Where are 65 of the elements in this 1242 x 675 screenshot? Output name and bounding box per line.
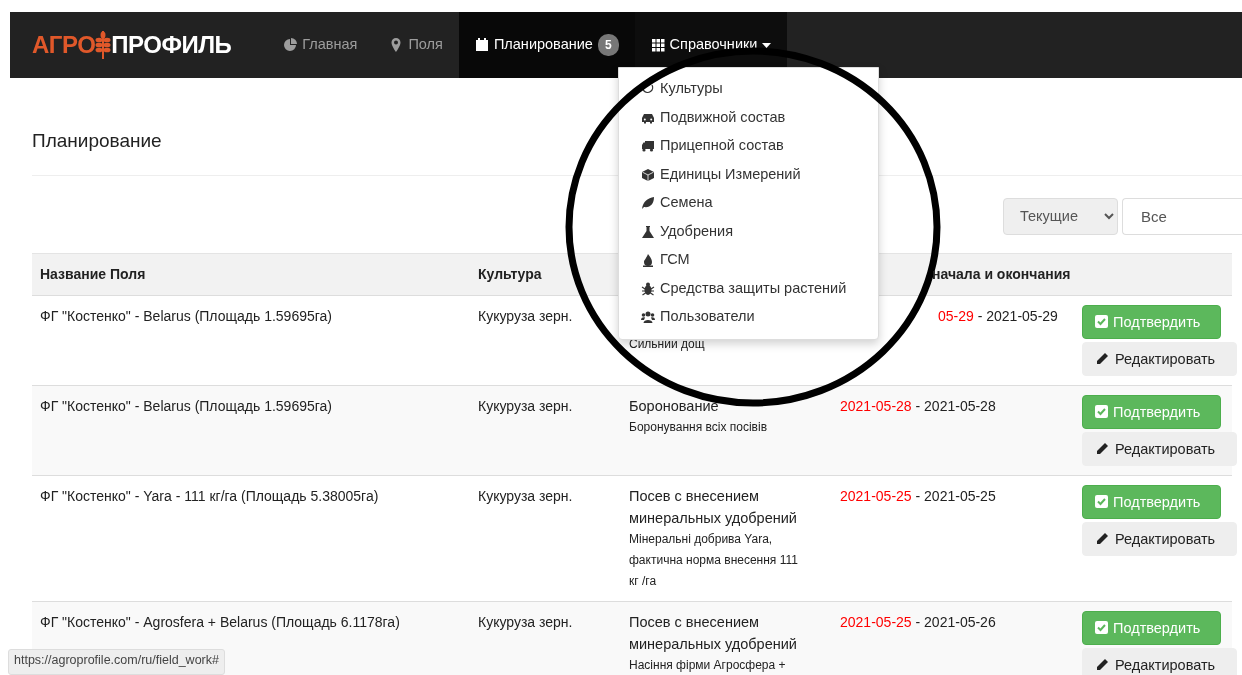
fire-icon: [641, 253, 655, 268]
date-separator: -: [915, 613, 921, 630]
edit-button[interactable]: Редактировать: [1082, 431, 1237, 466]
filter-field[interactable]: Все: [1122, 197, 1242, 235]
calendar-icon: [474, 38, 489, 52]
end-date: 2021-05-29: [986, 307, 1058, 324]
checkbox-icon: [1095, 405, 1108, 419]
nav-tab[interactable]: Планирование 5: [458, 12, 635, 78]
menu-item[interactable]: Прицепной состав: [619, 132, 878, 161]
menu-item[interactable]: Семена: [619, 189, 878, 218]
pencil-icon: [1095, 657, 1109, 672]
end-date: 2021-05-28: [924, 397, 996, 414]
operation-note: Боронування всіх посівів: [629, 418, 769, 436]
operation-note: Насіння фірми Агросфера +: [629, 656, 787, 674]
end-date: 2021-05-26: [924, 613, 996, 630]
column-header: Название Поля: [32, 253, 470, 296]
end-date: 2021-05-25: [924, 487, 996, 504]
checkbox-icon: [1095, 495, 1108, 509]
logo-text: АГРО: [32, 30, 96, 60]
date-separator: -: [915, 487, 921, 504]
start-date: 05-29: [938, 307, 974, 324]
pencil-icon: [1095, 351, 1109, 366]
grid-icon: [650, 38, 665, 52]
edit-button[interactable]: Редактировать: [1082, 521, 1237, 556]
date-separator: -: [915, 397, 921, 414]
pie-chart-icon: [283, 38, 298, 52]
caret-icon: [762, 42, 772, 48]
logo-text: ПРОФИЛЬ: [111, 30, 232, 60]
checkbox-icon: [1095, 315, 1108, 329]
start-date: 2021-05-25: [840, 613, 912, 630]
nav-tab[interactable]: Главная: [267, 12, 374, 78]
start-date: 2021-05-25: [840, 487, 912, 504]
leaf-icon: [641, 196, 655, 211]
wheat-icon: [95, 31, 112, 59]
cube-icon: [641, 167, 655, 182]
menu-item[interactable]: Средства защиты растений: [619, 274, 878, 303]
pencil-icon: [1095, 441, 1109, 456]
table-cell: ФГ "Костенко" - Belarus (Площадь 1.59695га): [32, 385, 470, 476]
operation-name: Боронование: [629, 396, 720, 416]
edit-button[interactable]: Редактировать: [1082, 647, 1237, 675]
filter-select[interactable]: Текущие: [1003, 197, 1118, 235]
operation-name: Посев с внесением минеральных удобрений: [629, 486, 798, 528]
bug-icon: [641, 281, 655, 296]
menu-item[interactable]: Подвижной состав: [619, 103, 878, 132]
pencil-icon: [1095, 531, 1109, 546]
menu-item[interactable]: Удобрения: [619, 217, 878, 246]
operation-note: Мінеральні добрива Yara, фактична норма внесення 111 кг /га: [629, 530, 799, 590]
column-header: начала и окончания: [932, 265, 1071, 282]
menu-item[interactable]: Пользователи: [619, 303, 878, 332]
menu-item[interactable]: ГСМ: [619, 246, 878, 275]
column-header: Культура: [470, 253, 621, 296]
status-url: https://agroprofile.com/ru/field_work#: [8, 649, 225, 675]
users-icon: [641, 310, 655, 325]
checkbox-icon: [1095, 621, 1108, 635]
table-cell: Кукуруза зерн.: [470, 601, 621, 675]
count-badge: 5: [597, 34, 619, 56]
operation-name: Посев с внесением минеральных удобрений: [629, 612, 798, 654]
flask-icon: [641, 224, 655, 239]
truck-icon: [641, 139, 655, 154]
start-date: 2021-05-28: [840, 397, 912, 414]
nav-tab[interactable]: Поля: [373, 12, 459, 78]
date-separator: -: [977, 307, 983, 324]
table-cell: Кукуруза зерн.: [470, 385, 621, 476]
edit-button[interactable]: Редактировать: [1082, 341, 1237, 376]
menu-item[interactable]: Культуры: [619, 75, 878, 104]
